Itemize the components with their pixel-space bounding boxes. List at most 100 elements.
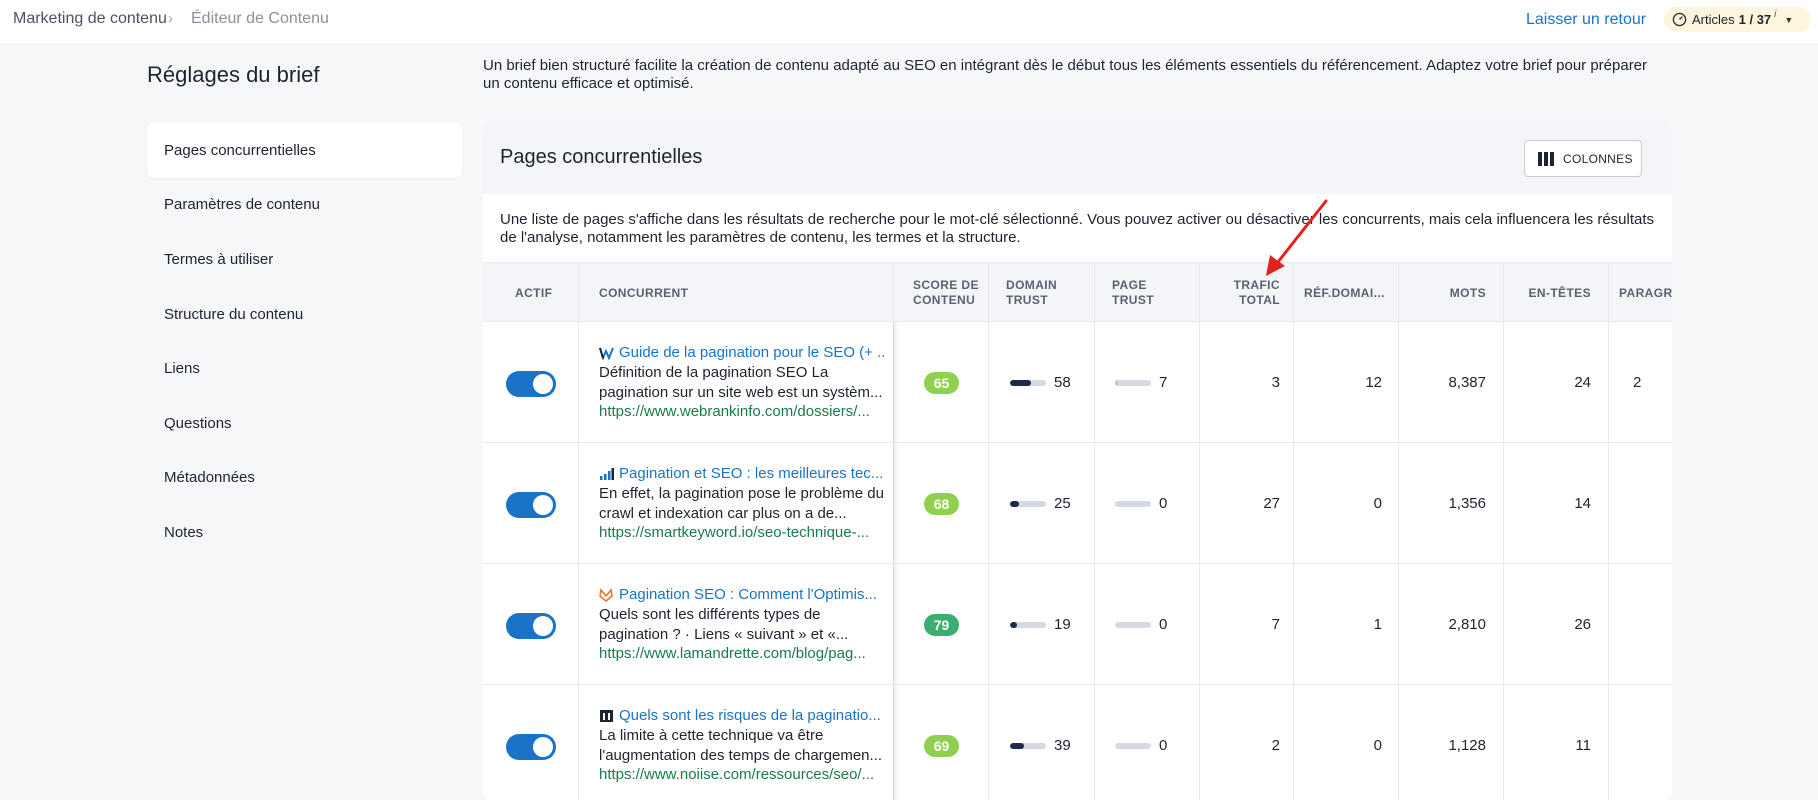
sidebar-item-notes[interactable]: Notes — [147, 505, 462, 560]
headings-value: 11 — [1575, 737, 1591, 754]
domain-trust-metric: 58 — [1010, 374, 1071, 391]
domain-trust-value: 25 — [1054, 495, 1071, 512]
competitor-title: Guide de la pagination pour le SEO (+ ..… — [619, 344, 884, 361]
competitor-title: Pagination SEO : Comment l'Optimis... — [619, 586, 877, 603]
top-bar: Marketing de contenu › Éditeur de Conten… — [0, 0, 1818, 43]
ref-domains-value: 1 — [1373, 616, 1382, 633]
domain-trust-bar — [1010, 379, 1046, 386]
column-shadow — [893, 443, 899, 563]
column-divider — [1094, 262, 1095, 322]
competitor-cell: Pagination et SEO : les meilleures tec..… — [599, 465, 884, 541]
noiise-icon — [600, 709, 613, 722]
column-divider — [1293, 262, 1294, 322]
col-header-paragraphes[interactable]: PARAGR... — [1619, 263, 1672, 323]
columns-button[interactable]: COLONNES — [1524, 140, 1642, 177]
page-trust-value: 0 — [1159, 737, 1168, 754]
domain-trust-bar — [1010, 500, 1046, 507]
competitor-cell: Pagination SEO : Comment l'Optimis... Qu… — [599, 586, 884, 662]
col-header-concurrent[interactable]: CONCURRENT — [599, 263, 688, 323]
column-shadow — [893, 322, 899, 442]
trafic-value: 27 — [1263, 495, 1280, 512]
headings-value: 26 — [1574, 616, 1591, 633]
table-row: Pagination et SEO : les meilleures tec..… — [483, 443, 1672, 564]
domain-trust-bar — [1010, 621, 1046, 628]
page-trust-bar — [1115, 742, 1151, 749]
breadcrumb-current: Éditeur de Contenu — [191, 10, 329, 27]
trafic-value: 3 — [1271, 374, 1280, 391]
ref-domains-value: 0 — [1373, 737, 1382, 754]
domain-trust-value: 19 — [1054, 616, 1071, 633]
info-icon[interactable]: i — [1774, 9, 1776, 20]
col-header-en-tetes[interactable]: EN-TÊTES — [1504, 263, 1591, 323]
competitor-cell: Guide de la pagination pour le SEO (+ ..… — [599, 344, 884, 420]
col-header-actif[interactable]: ACTIF — [515, 263, 552, 323]
active-toggle[interactable] — [506, 734, 556, 760]
competitor-title-link[interactable]: Guide de la pagination pour le SEO (+ ..… — [599, 344, 884, 361]
column-shadow — [893, 564, 899, 684]
gauge-icon — [1672, 12, 1687, 27]
domain-trust-metric: 25 — [1010, 495, 1071, 512]
lamandrette-icon — [599, 587, 613, 602]
domain-trust-bar — [1010, 742, 1046, 749]
column-divider — [1199, 262, 1200, 322]
ref-domains-value: 0 — [1373, 495, 1382, 512]
column-divider — [1398, 262, 1399, 322]
articles-label: Articles — [1692, 12, 1735, 27]
trafic-value: 7 — [1271, 616, 1280, 633]
panel-description: Une liste de pages s'affiche dans les ré… — [500, 211, 1655, 246]
sidebar-item-parametres-de-contenu[interactable]: Paramètres de contenu — [147, 177, 462, 232]
breadcrumb-separator: › — [168, 10, 173, 27]
page-trust-metric: 7 — [1115, 374, 1167, 391]
page-trust-metric: 0 — [1115, 495, 1167, 512]
competitor-url[interactable]: https://www.webrankinfo.com/dossiers/... — [599, 403, 884, 420]
table-header: ACTIF CONCURRENT SCORE DE CONTENU DOMAIN… — [483, 262, 1672, 322]
content-score-badge: 79 — [924, 614, 959, 636]
sidebar-item-termes-a-utiliser[interactable]: Termes à utiliser — [147, 232, 462, 287]
table-row: Guide de la pagination pour le SEO (+ ..… — [483, 322, 1672, 443]
col-header-mots[interactable]: MOTS — [1399, 263, 1486, 323]
competitor-snippet: En effet, la pagination pose le problème… — [599, 485, 884, 522]
competitor-url[interactable]: https://www.lamandrette.com/blog/pag... — [599, 645, 884, 662]
active-toggle[interactable] — [506, 613, 556, 639]
sidebar-item-questions[interactable]: Questions — [147, 396, 462, 451]
domain-trust-metric: 39 — [1010, 737, 1071, 754]
col-header-domain-trust[interactable]: DOMAIN TRUST — [1006, 263, 1070, 323]
competitor-snippet: Définition de la pagination SEO La pagin… — [599, 364, 883, 401]
chevron-down-icon: ▼ — [1784, 14, 1794, 25]
competitor-pages-panel: Pages concurrentielles COLONNES Une list… — [483, 122, 1672, 800]
col-header-page-trust[interactable]: PAGE TRUST — [1112, 263, 1162, 323]
panel-title: Pages concurrentielles — [500, 146, 703, 168]
column-divider — [1503, 262, 1504, 322]
col-header-trafic-total[interactable]: TRAFIC TOTAL — [1199, 263, 1280, 323]
competitor-title-link[interactable]: Pagination SEO : Comment l'Optimis... — [599, 586, 884, 603]
sidebar-item-pages-concurrentielles[interactable]: Pages concurrentielles — [147, 123, 462, 178]
content-score-badge: 68 — [924, 493, 959, 515]
content-score-badge: 65 — [924, 372, 959, 394]
headings-value: 24 — [1574, 374, 1591, 391]
page-trust-metric: 0 — [1115, 616, 1167, 633]
competitor-snippet: Quels sont les différents types de pagin… — [599, 606, 849, 643]
breadcrumb-parent[interactable]: Marketing de contenu — [13, 10, 167, 28]
articles-counter-button[interactable]: Articles 1 / 37 i ▼ — [1664, 7, 1811, 32]
word-count-value: 2,810 — [1448, 616, 1486, 633]
table-row: Pagination SEO : Comment l'Optimis... Qu… — [483, 564, 1672, 685]
competitor-title-link[interactable]: Quels sont les risques de la paginatio..… — [599, 707, 884, 724]
column-divider — [988, 262, 989, 322]
active-toggle[interactable] — [506, 492, 556, 518]
col-header-ref-domains[interactable]: RÉF.DOMAI... — [1304, 263, 1389, 323]
feedback-link[interactable]: Laisser un retour — [1526, 11, 1646, 29]
sidebar-item-structure-du-contenu[interactable]: Structure du contenu — [147, 287, 462, 342]
sidebar-item-metadonnees[interactable]: Métadonnées — [147, 450, 462, 505]
table-row: Quels sont les risques de la paginatio..… — [483, 685, 1672, 800]
competitor-title-link[interactable]: Pagination et SEO : les meilleures tec..… — [599, 465, 884, 482]
sidebar-item-liens[interactable]: Liens — [147, 341, 462, 396]
word-count-value: 1,128 — [1448, 737, 1486, 754]
domain-trust-metric: 19 — [1010, 616, 1071, 633]
page-trust-bar — [1115, 379, 1151, 386]
columns-icon — [1538, 151, 1554, 166]
competitor-url[interactable]: https://smartkeyword.io/seo-technique-..… — [599, 524, 884, 541]
active-toggle[interactable] — [506, 371, 556, 397]
competitor-url[interactable]: https://www.noiise.com/ressources/seo/..… — [599, 766, 884, 783]
col-header-score[interactable]: SCORE DE CONTENU — [913, 263, 981, 323]
competitor-cell: Quels sont les risques de la paginatio..… — [599, 707, 884, 783]
